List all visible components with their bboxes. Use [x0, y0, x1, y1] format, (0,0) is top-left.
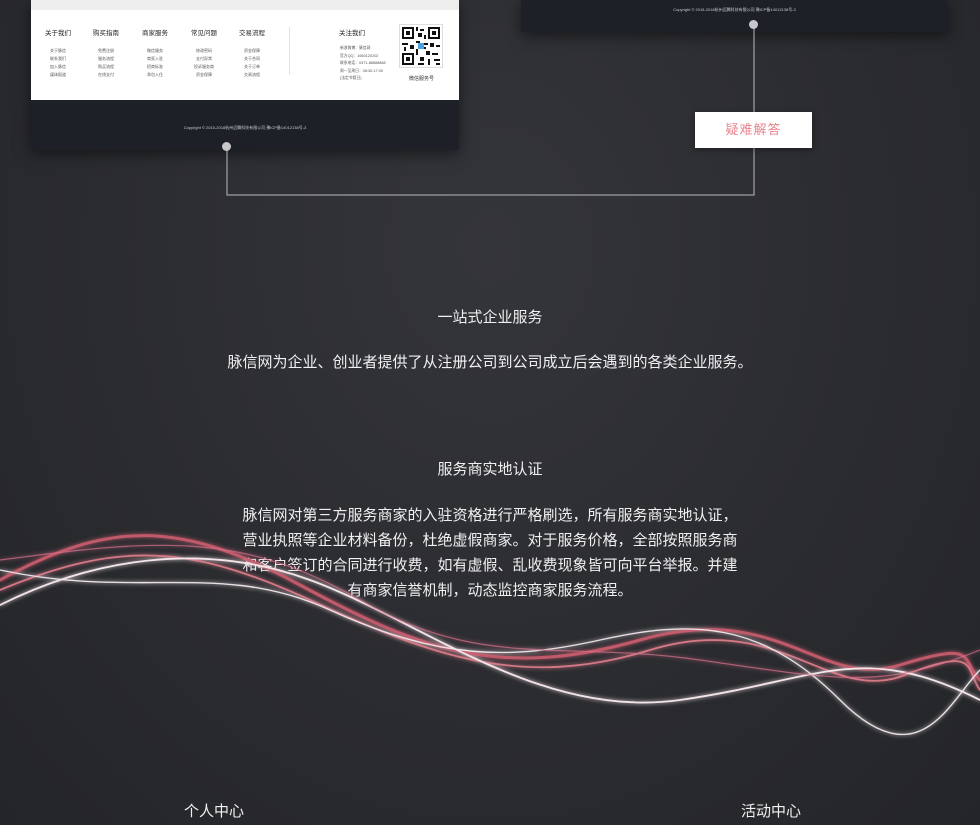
footer-link[interactable]: 商家入驻 — [132, 55, 178, 63]
footer-link[interactable]: 在线支付 — [83, 71, 129, 79]
footer-link[interactable]: 免费注册 — [83, 47, 129, 55]
activity-center-link[interactable]: 活动中心 — [741, 800, 801, 821]
footer-column-heading: 关于我们 — [45, 30, 71, 37]
section-paragraph: 脉信网对第三方服务商家的入驻资格进行严格刷选，所有服务商实地认证， 营业执照等企… — [230, 503, 750, 603]
footer-link[interactable]: 资金保障 — [229, 47, 275, 55]
footer-link[interactable]: 承包入住 — [132, 71, 178, 79]
footer-link[interactable]: 关于合同 — [229, 55, 275, 63]
footer-column-heading: 常见问题 — [191, 30, 217, 37]
footer-link[interactable]: 关于脉信 — [35, 47, 81, 55]
footer-column-trade: 交易流程 资金保障 关于合同 关于订单 交易流程 — [229, 27, 275, 79]
footer-link[interactable]: 支付异常 — [181, 55, 227, 63]
footer-column-about: 关于我们 关于脉信 联系我们 加入脉信 媒体报道 — [35, 27, 81, 79]
connector-dot — [222, 142, 231, 151]
paragraph-line: 营业执照等企业材料备份，杜绝虚假商家。对于服务价格，全部按照服务商 — [242, 532, 738, 549]
footer-link[interactable]: 修改密码 — [181, 47, 227, 55]
faq-callout-button[interactable]: 疑难解答 — [695, 112, 812, 148]
qr-code-icon — [399, 24, 443, 68]
footer-column-guide: 购买指南 免费注册 服务流程 购买流程 在线支付 — [83, 27, 129, 79]
paragraph-line: 有商家信誉机制，动态监控商家服务流程。 — [347, 582, 633, 599]
footer-link[interactable]: 加入脉信 — [35, 63, 81, 71]
section-title: 服务商实地认证 — [437, 461, 543, 478]
footer-link[interactable]: 招商标准 — [132, 63, 178, 71]
footer-link[interactable]: 服务流程 — [83, 55, 129, 63]
contact-line: 联系电话：0371-88888888 — [340, 61, 386, 65]
footer-column-faq: 常见问题 修改密码 支付异常 投诉服务商 资金保障 — [181, 27, 227, 79]
footer-link[interactable]: 购买流程 — [83, 63, 129, 71]
section-text: 脉信网为企业、创业者提供了从注册公司到公司成立后会遇到的各类企业服务。 — [227, 354, 753, 371]
contact-line: (法定节假日) — [340, 76, 362, 80]
footer-preview-left: 关于我们 关于脉信 联系我们 加入脉信 媒体报道 购买指南 免费注册 服务流程 … — [31, 0, 459, 150]
footer-divider — [289, 27, 290, 75]
footer-link[interactable]: 交易流程 — [229, 71, 275, 79]
footer-column-heading: 商家服务 — [142, 30, 168, 37]
footer-link[interactable]: 微信服务 — [132, 47, 178, 55]
footer-copyright: Copyright © 2015-2018杭州迈腾科技有限公司 豫ICP备140… — [673, 7, 796, 12]
follow-heading: 关注我们 — [339, 30, 365, 37]
footer-column-merchant: 商家服务 微信服务 商家入驻 招商标准 承包入住 — [132, 27, 178, 79]
footer-copyright: Copyright © 2015-2018杭州迈腾科技有限公司 豫ICP备140… — [183, 125, 307, 130]
contact-line: 新浪微博：脉信网 — [340, 46, 371, 50]
connector-dot — [749, 20, 758, 29]
personal-center-link[interactable]: 个人中心 — [184, 800, 244, 821]
footer-link[interactable]: 媒体报道 — [35, 71, 81, 79]
footer-top-strip — [31, 0, 459, 10]
contact-info: 新浪微博：脉信网 官方QQ：1660120202 联系电话：0371-88888… — [340, 45, 386, 83]
contact-line: 官方QQ：1660120202 — [340, 53, 379, 58]
wechat-label: 微信服务号 — [409, 76, 435, 82]
contact-line: 周一至周日：08:30-17:00 — [340, 68, 384, 73]
footer-preview-right: Copyright © 2015-2018杭州迈腾科技有限公司 豫ICP备140… — [521, 0, 948, 32]
paragraph-line: 脉信网对第三方服务商家的入驻资格进行严格刷选，所有服务商实地认证， — [242, 507, 738, 524]
footer-link[interactable]: 联系我们 — [35, 55, 81, 63]
footer-column-heading: 购买指南 — [93, 30, 119, 37]
footer-column-heading: 交易流程 — [239, 30, 265, 37]
section-title: 一站式企业服务 — [437, 309, 543, 326]
footer-link[interactable]: 关于订单 — [229, 63, 275, 71]
paragraph-line: 和客户签订的合同进行收费，如有虚假、乱收费现象皆可向平台举报。并建 — [242, 557, 738, 574]
footer-link[interactable]: 投诉服务商 — [181, 63, 227, 71]
footer-link[interactable]: 资金保障 — [181, 71, 227, 79]
